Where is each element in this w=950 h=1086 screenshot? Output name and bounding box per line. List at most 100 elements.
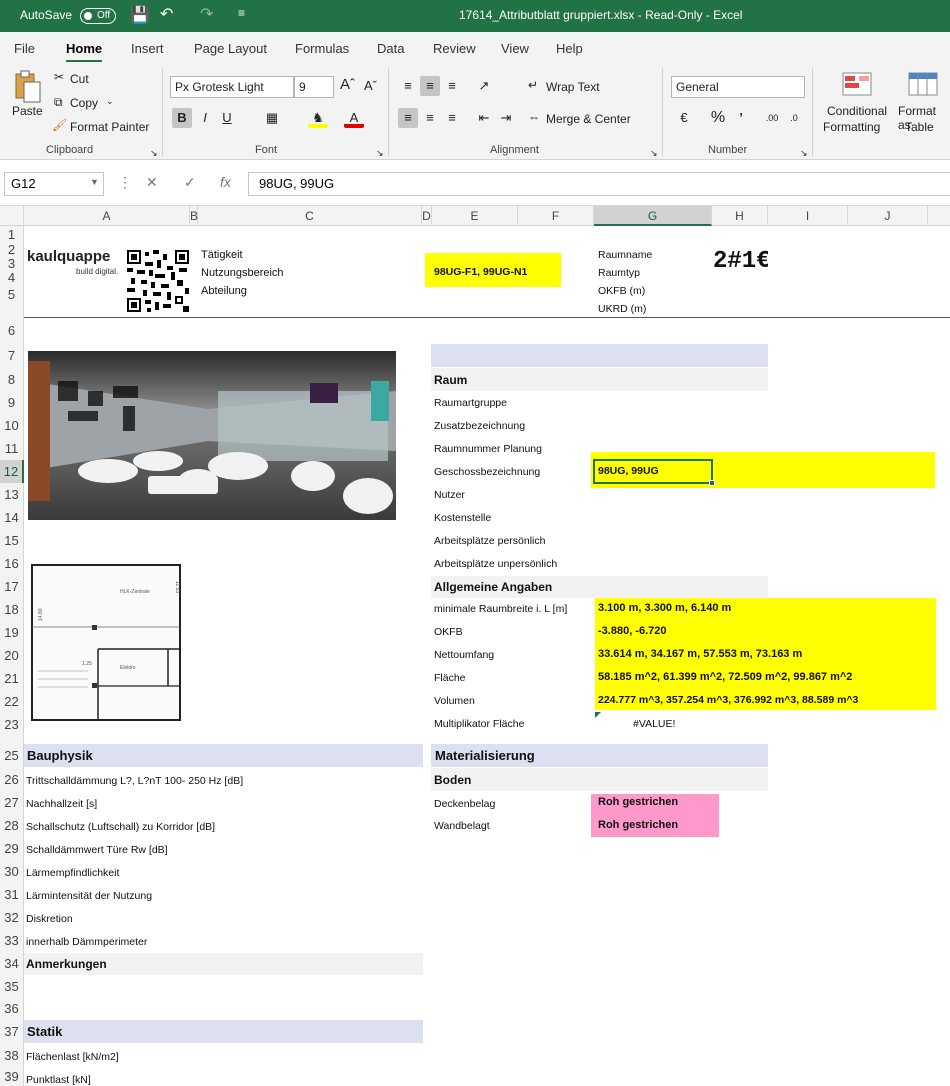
min-raumbreite-value[interactable]: 3.100 m, 3.300 m, 6.140 m bbox=[598, 602, 731, 614]
number-launcher-icon[interactable]: ↘ bbox=[800, 148, 808, 159]
font-launcher-icon[interactable]: ↘ bbox=[376, 148, 384, 159]
fill-handle[interactable] bbox=[709, 480, 715, 486]
bold-icon[interactable]: B bbox=[172, 108, 192, 128]
row-header-11[interactable]: 11 bbox=[0, 437, 24, 460]
row-header-34[interactable]: 34 bbox=[0, 952, 24, 976]
copy-dropdown-icon[interactable]: ⌄ bbox=[106, 96, 114, 107]
row-header-18[interactable]: 18 bbox=[0, 598, 24, 621]
align-right-icon[interactable]: ≡ bbox=[442, 108, 462, 128]
col-header-e[interactable]: E bbox=[432, 206, 518, 226]
save-icon[interactable]: 💾 bbox=[130, 5, 150, 25]
row-header-17[interactable]: 17 bbox=[0, 575, 24, 598]
row-header-22[interactable]: 22 bbox=[0, 690, 24, 713]
decrease-decimal-icon[interactable]: .0 bbox=[784, 108, 804, 128]
row-header-15[interactable]: 15 bbox=[0, 529, 24, 552]
nettoumfang-value[interactable]: 33.614 m, 34.167 m, 57.553 m, 73.163 m bbox=[598, 648, 802, 660]
italic-icon[interactable]: I bbox=[195, 108, 215, 128]
row-header-16[interactable]: 16 bbox=[0, 552, 24, 575]
row-header-5[interactable]: 5 bbox=[0, 286, 24, 304]
row-header-12[interactable]: 12 bbox=[0, 460, 24, 483]
merge-center-icon[interactable]: ⇔ bbox=[528, 110, 540, 124]
format-painter-button[interactable]: Format Painter bbox=[70, 120, 149, 134]
row-header-3[interactable]: 3 bbox=[0, 257, 24, 270]
col-header-h[interactable]: H bbox=[712, 206, 768, 226]
format-as-table-icon[interactable] bbox=[908, 72, 938, 99]
undo-icon[interactable]: ↶ bbox=[160, 4, 173, 24]
decrease-font-icon[interactable]: Aˇ bbox=[364, 78, 377, 93]
row-header-38[interactable]: 38 bbox=[0, 1044, 24, 1067]
decrease-indent-icon[interactable]: ⇤ bbox=[474, 108, 494, 128]
cancel-icon[interactable]: ✕ bbox=[146, 174, 158, 191]
tab-view[interactable]: View bbox=[501, 41, 529, 56]
formula-input[interactable]: 98UG, 99UG bbox=[248, 172, 950, 196]
conditional-formatting-icon[interactable] bbox=[842, 72, 872, 99]
col-header-a[interactable]: A bbox=[24, 206, 190, 226]
col-header-g[interactable]: G bbox=[594, 206, 712, 226]
accounting-format-icon[interactable]: € bbox=[674, 108, 694, 128]
row-header-26[interactable]: 26 bbox=[0, 768, 24, 791]
font-color-icon[interactable]: A bbox=[344, 108, 364, 128]
conditional-formatting-label-2[interactable]: Formatting bbox=[823, 120, 880, 134]
align-top-icon[interactable]: ≡ bbox=[398, 76, 418, 96]
alignment-launcher-icon[interactable]: ↘ bbox=[650, 148, 658, 159]
increase-decimal-icon[interactable]: .00 bbox=[762, 108, 782, 128]
font-name-select[interactable]: Px Grotesk Light bbox=[170, 76, 294, 98]
row-header-13[interactable]: 13 bbox=[0, 483, 24, 506]
volumen-value[interactable]: 224.777 m^3, 357.254 m^3, 376.992 m^3, 8… bbox=[598, 694, 858, 706]
row-header-2[interactable]: 2 bbox=[0, 243, 24, 257]
row-header-1[interactable]: 1 bbox=[0, 226, 24, 243]
col-header-j[interactable]: J bbox=[848, 206, 928, 226]
deckenbelag-value[interactable]: Roh gestrichen bbox=[598, 796, 678, 808]
row-header-6[interactable]: 6 bbox=[0, 318, 24, 344]
conditional-formatting-label[interactable]: Conditional bbox=[827, 104, 887, 118]
redo-icon[interactable]: ↷ bbox=[200, 4, 213, 24]
font-size-select[interactable]: 9 bbox=[294, 76, 334, 98]
paste-button[interactable]: Paste bbox=[12, 104, 43, 118]
row-header-9[interactable]: 9 bbox=[0, 391, 24, 414]
orientation-icon[interactable]: ↗ bbox=[474, 76, 494, 96]
percent-icon[interactable]: % bbox=[708, 108, 728, 128]
row-header-36[interactable]: 36 bbox=[0, 998, 24, 1020]
okfb-value[interactable]: -3.880, -6.720 bbox=[598, 625, 667, 637]
error-indicator-icon[interactable] bbox=[595, 712, 601, 718]
name-box[interactable]: G12 bbox=[4, 172, 104, 196]
col-header-i[interactable]: I bbox=[768, 206, 848, 226]
autosave-toggle[interactable]: Off bbox=[80, 8, 116, 24]
number-format-select[interactable]: General bbox=[671, 76, 805, 98]
tab-insert[interactable]: Insert bbox=[131, 41, 164, 56]
customize-qat-icon[interactable]: ≡ bbox=[238, 6, 245, 20]
row-header-25[interactable]: 25 bbox=[0, 744, 24, 768]
row-header-35[interactable]: 35 bbox=[0, 976, 24, 998]
format-painter-icon[interactable]: 🖌 bbox=[52, 118, 67, 132]
align-center-icon[interactable]: ≡ bbox=[420, 108, 440, 128]
row-header-19[interactable]: 19 bbox=[0, 621, 24, 644]
fill-color-icon[interactable]: ♞ bbox=[308, 108, 328, 128]
align-left-icon[interactable]: ≡ bbox=[398, 108, 418, 128]
name-box-dropdown-icon[interactable]: ▼ bbox=[90, 177, 99, 187]
tab-review[interactable]: Review bbox=[433, 41, 476, 56]
row-header-27[interactable]: 27 bbox=[0, 791, 24, 814]
tab-home[interactable]: Home bbox=[66, 41, 103, 63]
tab-data[interactable]: Data bbox=[377, 41, 404, 56]
borders-icon[interactable]: ▦ bbox=[262, 108, 282, 128]
increase-indent-icon[interactable]: ⇥ bbox=[496, 108, 516, 128]
cut-button[interactable]: Cut bbox=[70, 72, 89, 86]
copy-button[interactable]: Copy bbox=[70, 96, 98, 110]
tab-formulas[interactable]: Formulas bbox=[295, 41, 349, 56]
insert-function-icon[interactable]: fx bbox=[220, 174, 231, 190]
row-header-14[interactable]: 14 bbox=[0, 506, 24, 529]
row-header-31[interactable]: 31 bbox=[0, 883, 24, 906]
row-header-10[interactable]: 10 bbox=[0, 414, 24, 437]
copy-icon[interactable]: ⧉ bbox=[54, 95, 63, 110]
col-header-d[interactable]: D bbox=[422, 206, 432, 226]
format-as-table-label-2[interactable]: Table bbox=[905, 120, 934, 134]
merge-center-button[interactable]: Merge & Center bbox=[546, 112, 631, 126]
wrap-text-button[interactable]: Wrap Text bbox=[546, 80, 600, 94]
select-all[interactable] bbox=[0, 206, 24, 226]
row-header-33[interactable]: 33 bbox=[0, 929, 24, 952]
increase-font-icon[interactable]: Aˆ bbox=[340, 76, 355, 93]
row-header-32[interactable]: 32 bbox=[0, 906, 24, 929]
row-header-28[interactable]: 28 bbox=[0, 814, 24, 837]
align-middle-icon[interactable]: ≡ bbox=[420, 76, 440, 96]
row-header-39[interactable]: 39 bbox=[0, 1067, 24, 1086]
